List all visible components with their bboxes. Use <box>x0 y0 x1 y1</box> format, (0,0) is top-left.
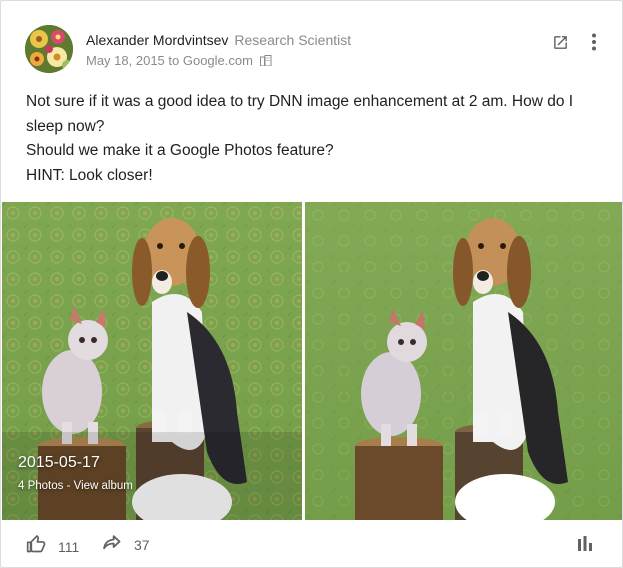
post-card: Alexander Mordvintsev Research Scientist … <box>0 0 623 568</box>
flower-avatar-icon <box>25 25 73 73</box>
avatar[interactable] <box>25 25 73 73</box>
album-photo-2[interactable] <box>305 202 622 520</box>
post-text-line-3: HINT: Look closer! <box>26 166 153 184</box>
author-role: Research Scientist <box>234 32 352 48</box>
post-audience: to Google.com <box>168 53 253 68</box>
post-text-line-2: Should we make it a Google Photos featur… <box>26 142 334 159</box>
album-overlay: 2015-05-17 4 Photos - View album <box>18 454 133 492</box>
plus-one-count: 111 <box>58 538 80 555</box>
post-text-line-1: Not sure if it was a good idea to try DN… <box>26 93 574 135</box>
post-header: Alexander Mordvintsev Research Scientist … <box>1 1 622 81</box>
post-meta: May 18, 2015 to Google.com <box>86 53 272 69</box>
domain-building-icon <box>259 54 272 69</box>
album-photo-1[interactable]: 2015-05-17 4 Photos - View album <box>2 202 302 520</box>
plus-one-button[interactable]: 111 <box>26 534 79 559</box>
plus-one-icon <box>26 534 46 559</box>
more-vert-icon[interactable] <box>584 32 604 52</box>
bar-chart-icon[interactable] <box>577 536 593 556</box>
reshare-button[interactable]: 37 <box>102 534 150 555</box>
open-in-new-icon[interactable] <box>550 32 570 52</box>
album-media: 2015-05-17 4 Photos - View album <box>1 202 622 520</box>
reshare-arrow-icon <box>102 534 122 555</box>
view-album-link[interactable]: 4 Photos - View album <box>18 480 133 492</box>
author-line: Alexander Mordvintsev Research Scientist <box>86 32 351 48</box>
post-body: Not sure if it was a good idea to try DN… <box>26 90 606 188</box>
author-name[interactable]: Alexander Mordvintsev <box>86 32 228 48</box>
post-footer: 111 37 <box>1 520 622 567</box>
album-date: 2015-05-17 <box>18 454 100 471</box>
header-actions <box>550 32 604 52</box>
reshare-count: 37 <box>134 536 150 553</box>
post-date[interactable]: May 18, 2015 <box>86 53 165 68</box>
